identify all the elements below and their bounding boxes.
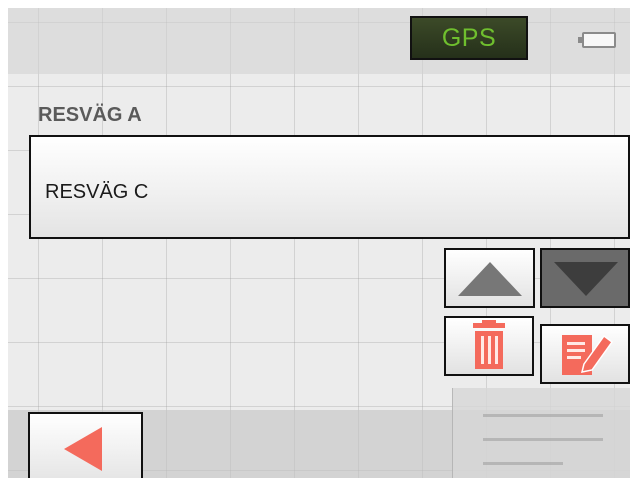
triangle-up-icon <box>458 262 522 296</box>
battery-icon <box>578 32 616 48</box>
background-panel <box>452 388 630 478</box>
background-line <box>483 414 603 417</box>
status-bar <box>8 8 630 74</box>
back-button[interactable] <box>28 412 143 478</box>
trash-icon <box>473 320 505 369</box>
gps-status-badge: GPS <box>410 16 528 60</box>
back-arrow-icon <box>64 427 102 471</box>
screen: GPS RESVÄG A RESVÄG C <box>8 8 630 478</box>
triangle-down-icon <box>554 262 618 296</box>
background-line <box>483 438 603 441</box>
route-item-label: RESVÄG C <box>45 181 149 203</box>
route-list-header: RESVÄG A <box>38 104 142 126</box>
background-line <box>483 462 563 465</box>
edit-icon <box>562 334 614 375</box>
move-down-button[interactable] <box>540 248 630 308</box>
route-list-item[interactable]: RESVÄG C <box>29 135 630 239</box>
edit-button[interactable] <box>540 324 630 384</box>
move-up-button[interactable] <box>444 248 535 308</box>
delete-button[interactable] <box>444 316 534 376</box>
